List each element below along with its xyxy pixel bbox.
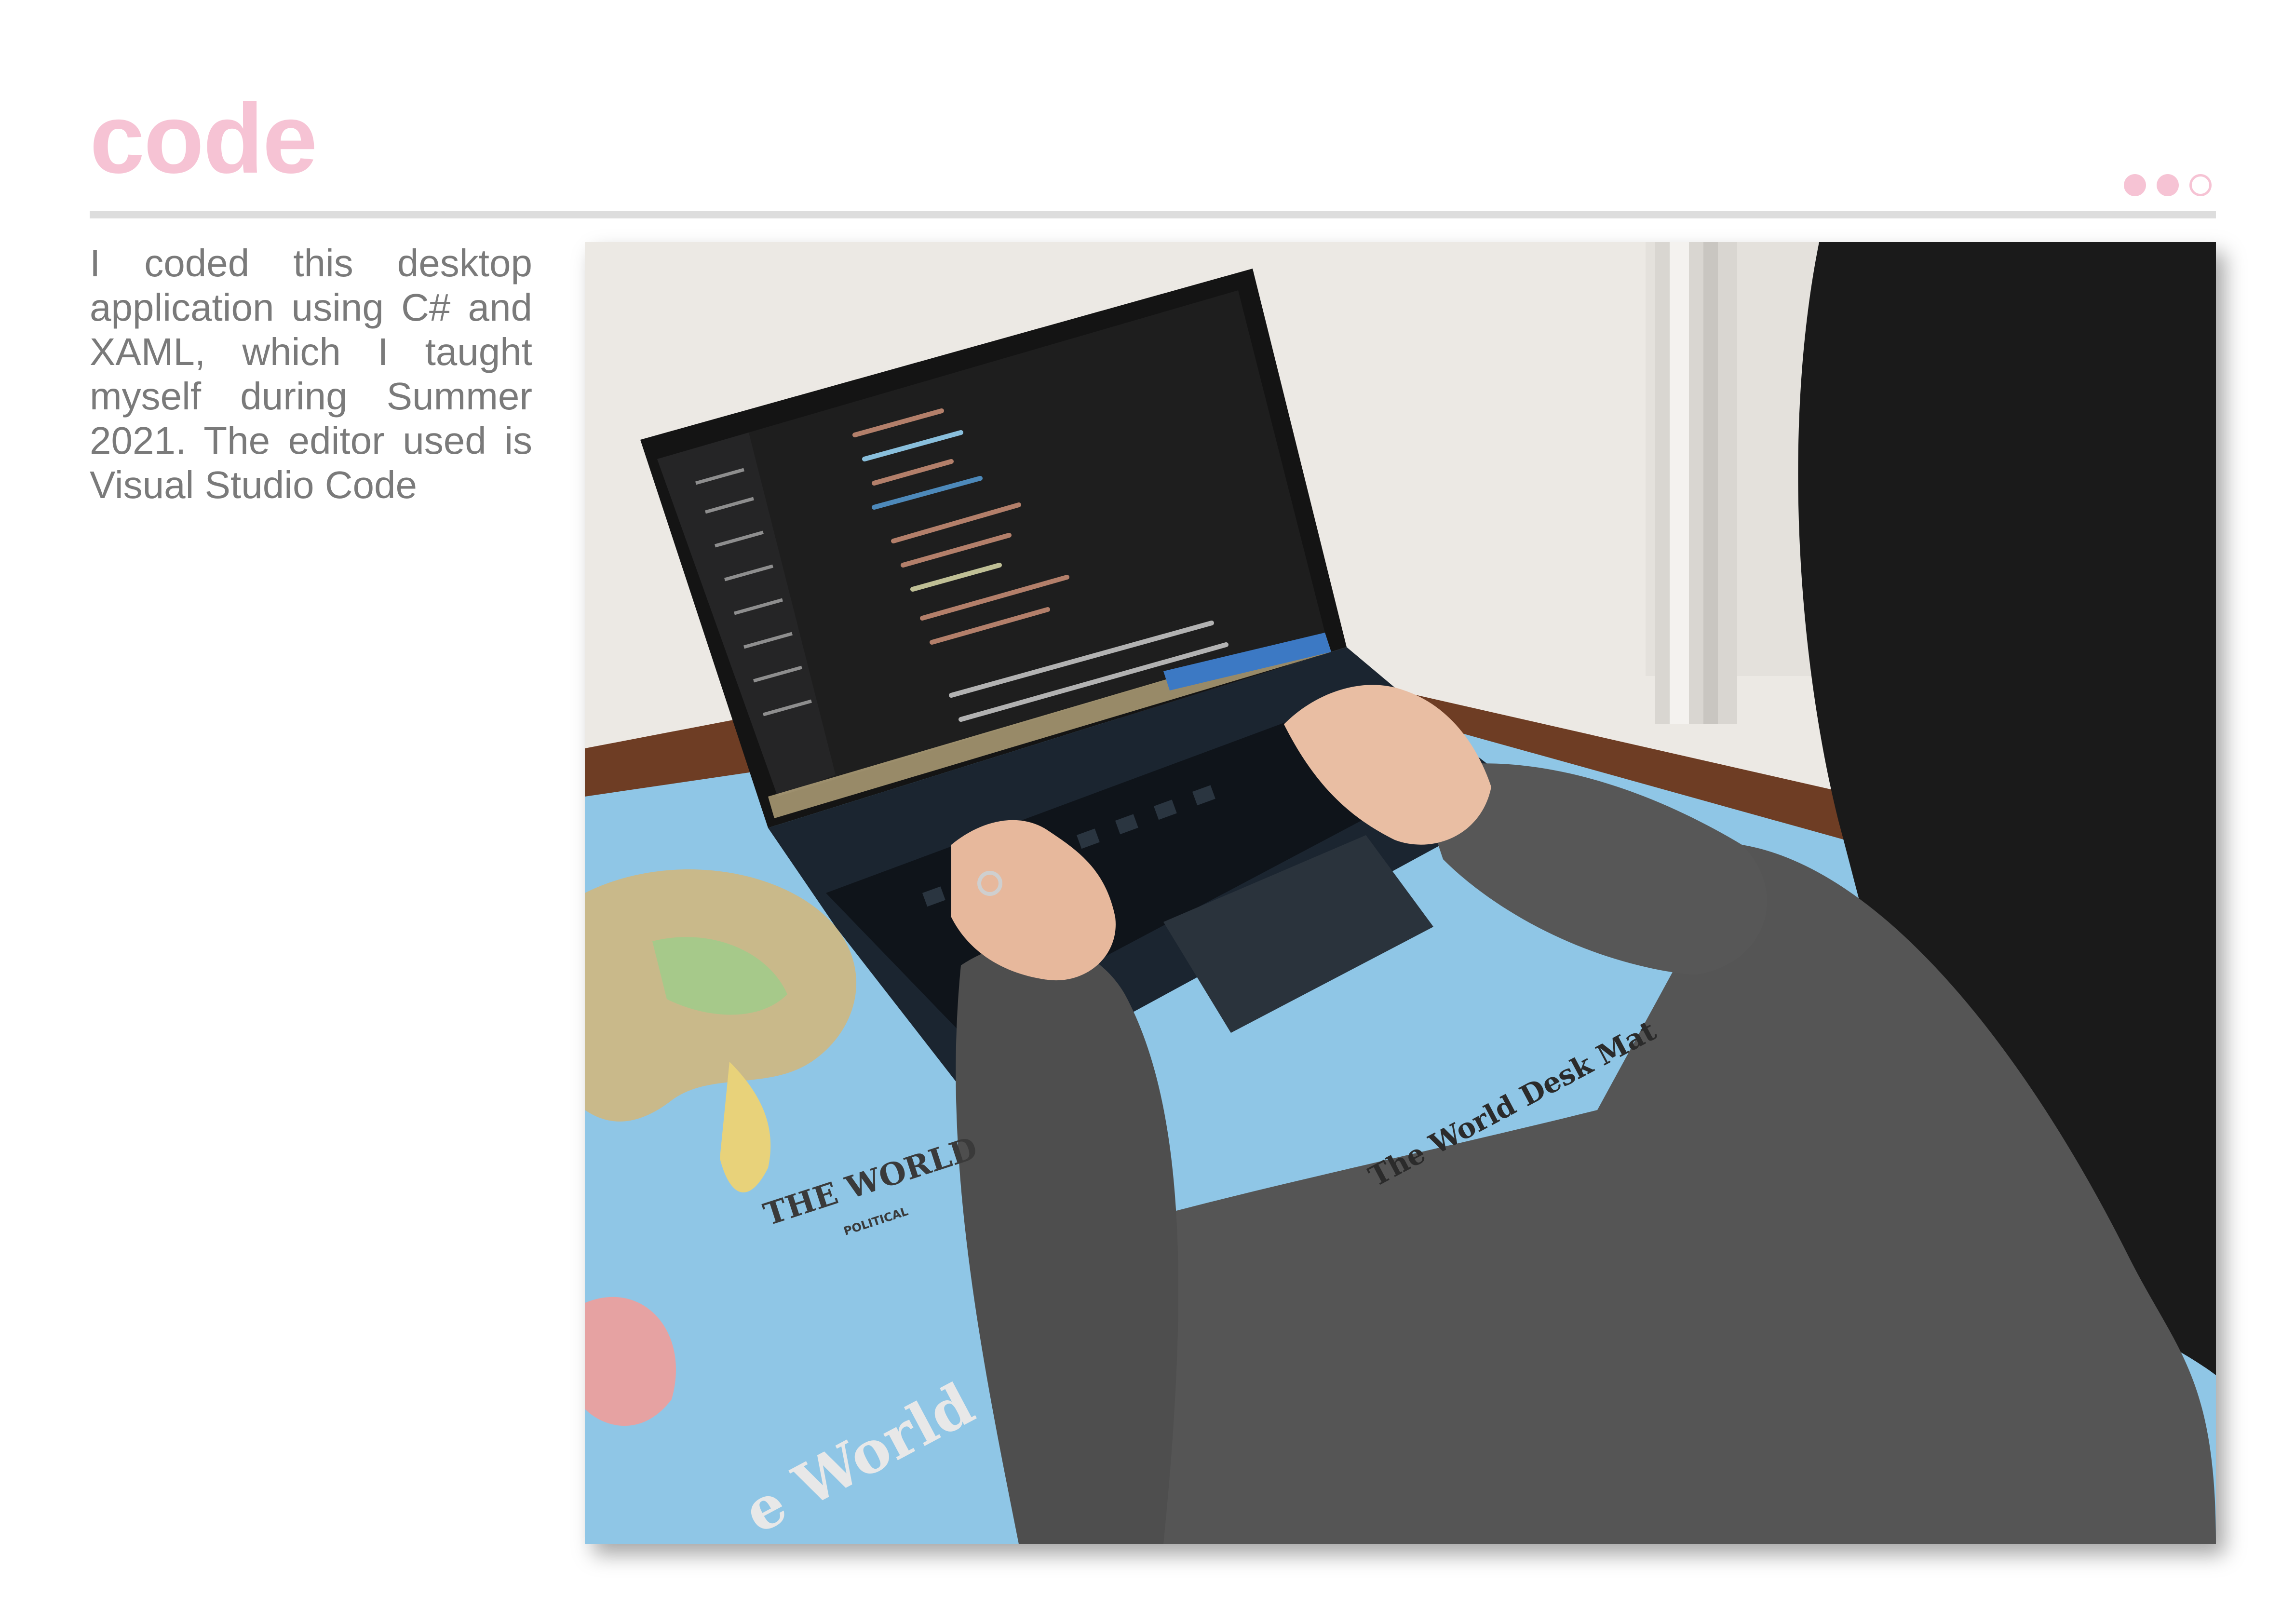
title-divider: [90, 211, 2216, 218]
description-text: I coded this desktop application using C…: [90, 242, 532, 506]
page-indicator-dot-1: [2124, 174, 2146, 196]
page-indicator: [2124, 174, 2220, 198]
page-indicator-dot-3: [2189, 174, 2212, 196]
page-indicator-dot-2: [2157, 174, 2179, 196]
page-title: code: [90, 83, 317, 194]
photo-person-coding-on-laptop: THE WORLD POLITICAL The World Desk Mat e…: [585, 242, 2216, 1544]
